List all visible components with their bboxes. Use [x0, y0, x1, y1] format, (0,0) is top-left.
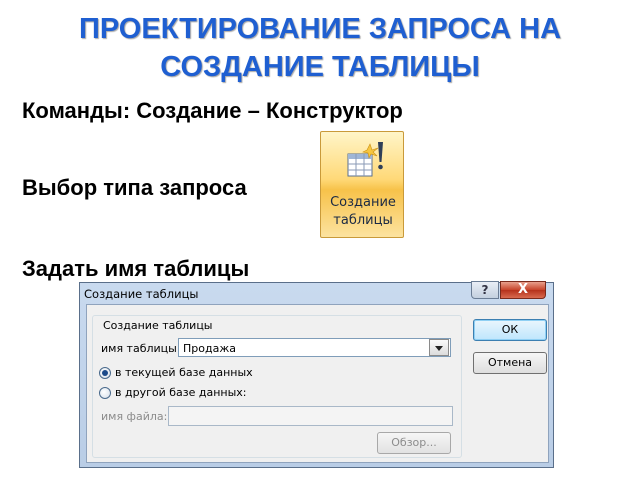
dialog-body: Создание таблицы имя таблицы: Продажа в …: [86, 304, 549, 463]
table-name-text: Задать имя таблицы: [22, 256, 250, 281]
slide-title: ПРОЕКТИРОВАНИЕ ЗАПРОСА НА СОЗДАНИЕ ТАБЛИ…: [0, 10, 640, 86]
ribbon-label-line-1: Создание: [330, 195, 396, 210]
dialog-titlebar[interactable]: Создание таблицы ? X: [80, 281, 553, 303]
radio-current-db-button[interactable]: [99, 367, 111, 379]
make-table-icon: [347, 142, 383, 177]
slide-title-line-2: СОЗДАНИЕ ТАБЛИЦЫ: [160, 51, 480, 83]
make-table-ribbon-button[interactable]: Создание таблицы: [320, 131, 404, 238]
chevron-down-icon[interactable]: [429, 339, 449, 356]
radio-other-db-button[interactable]: [99, 387, 111, 399]
table-name-label: имя таблицы:: [101, 342, 181, 355]
ribbon-button-label: Создание таблицы: [321, 194, 405, 230]
table-name-value: Продажа: [183, 342, 236, 355]
make-table-dialog: Создание таблицы ? X Создание таблицы им…: [79, 281, 554, 468]
help-button[interactable]: ?: [471, 281, 499, 299]
dialog-title: Создание таблицы: [84, 287, 199, 301]
table-name-combobox[interactable]: Продажа: [178, 338, 451, 357]
query-type-text: Выбор типа запроса: [22, 175, 247, 200]
file-name-input[interactable]: [168, 406, 453, 426]
radio-current-db-label: в текущей базе данных: [115, 366, 253, 379]
browse-button[interactable]: Обзор...: [377, 432, 451, 454]
group-label: Создание таблицы: [101, 319, 215, 332]
slide-title-line-1: ПРОЕКТИРОВАНИЕ ЗАПРОСА НА: [78, 13, 562, 45]
close-button[interactable]: X: [500, 281, 546, 299]
ribbon-label-line-2: таблицы: [333, 213, 393, 228]
radio-other-db-label: в другой базе данных:: [115, 386, 247, 399]
commands-text: Команды: Создание – Конструктор: [22, 98, 403, 123]
file-name-label: имя файла:: [101, 410, 168, 423]
cancel-button[interactable]: Отмена: [473, 352, 547, 374]
ok-button[interactable]: ОК: [473, 319, 547, 341]
